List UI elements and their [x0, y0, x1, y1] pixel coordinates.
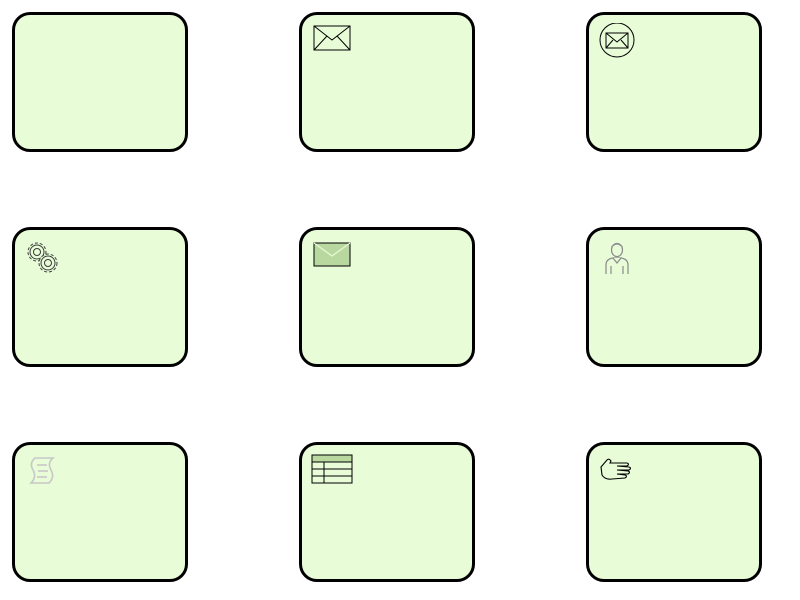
task-business-rule[interactable] — [299, 442, 475, 582]
gears-icon — [23, 238, 67, 274]
task-send[interactable] — [299, 12, 475, 152]
task-service[interactable] — [12, 227, 188, 367]
hand-icon — [597, 453, 641, 489]
task-script[interactable] — [12, 442, 188, 582]
envelope-in-circle-icon — [597, 23, 641, 59]
script-scroll-icon — [23, 453, 67, 489]
task-message[interactable] — [299, 227, 475, 367]
user-icon — [597, 238, 641, 274]
task-user[interactable] — [586, 227, 762, 367]
task-plain[interactable] — [12, 12, 188, 152]
envelope-icon — [310, 23, 354, 59]
rule-table-icon — [310, 453, 354, 489]
task-receive[interactable] — [586, 12, 762, 152]
bpmn-task-types-canvas: { "colors": { "task_fill": "#e8fcd8", "t… — [0, 0, 800, 600]
task-manual[interactable] — [586, 442, 762, 582]
filled-envelope-icon — [310, 238, 354, 274]
